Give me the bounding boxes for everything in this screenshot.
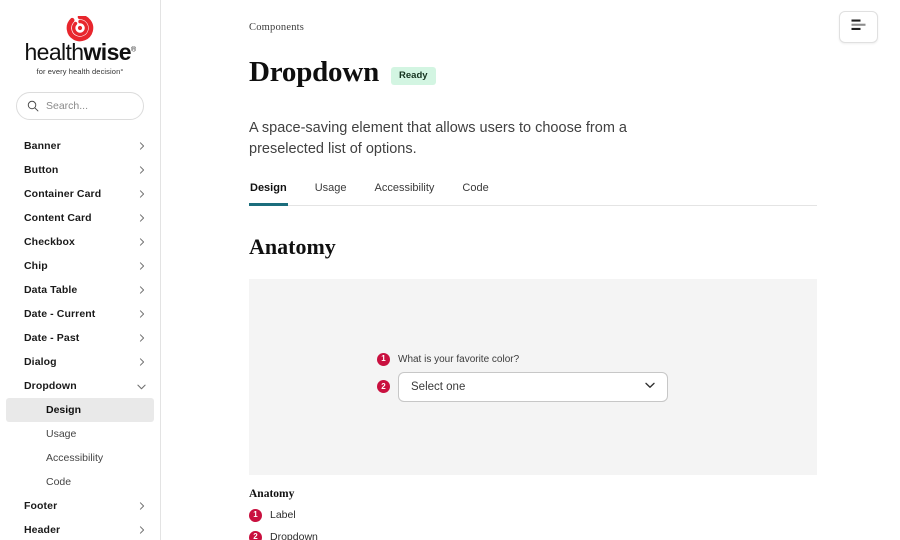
section-title-anatomy: Anatomy — [249, 234, 336, 260]
chevron-right-icon — [138, 526, 146, 534]
sidebar-item-label: Container Card — [24, 188, 102, 200]
sidebar-item-content-card[interactable]: Content Card — [0, 206, 160, 230]
chevron-right-icon — [138, 262, 146, 270]
tab-accessibility[interactable]: Accessibility — [373, 182, 435, 206]
sidebar-item-label: Content Card — [24, 212, 92, 224]
dropdown-field-label: What is your favorite color? — [398, 353, 520, 365]
chevron-right-icon — [138, 310, 146, 318]
anatomy-field-row: 2 Select one — [377, 371, 668, 402]
legend-item-dropdown: 2 Dropdown — [249, 530, 840, 540]
tab-label: Usage — [314, 182, 347, 195]
wordmark-light: health — [24, 39, 84, 65]
dropdown-selected-value: Select one — [411, 380, 466, 393]
title-row: Dropdown Ready — [249, 38, 840, 107]
sidebar-item-banner[interactable]: Banner — [0, 134, 160, 158]
sidebar-item-container-card[interactable]: Container Card — [0, 182, 160, 206]
sidebar-item-label: Button — [24, 164, 59, 176]
main-content: Components Dropdown Ready A space-saving… — [161, 0, 900, 540]
chevron-right-icon — [138, 190, 146, 198]
anatomy-marker-2: 2 — [377, 380, 390, 394]
sidebar-subitem-code[interactable]: Code — [6, 470, 154, 494]
brand-logo[interactable]: healthwise® for every health decision° — [0, 0, 160, 84]
sidebar-subitem-label: Design — [46, 404, 82, 416]
legend-marker-1: 1 — [249, 508, 262, 522]
breadcrumb[interactable]: Components — [249, 22, 840, 33]
sidebar-item-label: Data Table — [24, 284, 78, 296]
chevron-down-icon — [644, 378, 656, 396]
chevron-right-icon — [138, 214, 146, 222]
dropdown-select-field[interactable]: Select one — [398, 371, 668, 402]
sidebar-item-checkbox[interactable]: Checkbox — [0, 230, 160, 254]
tab-label: Accessibility — [374, 182, 435, 195]
anatomy-demo-panel: 1 What is your favorite color? 2 Select … — [249, 278, 817, 475]
registered-mark: ® — [130, 46, 136, 54]
chevron-right-icon — [138, 238, 146, 246]
wordmark-bold: wise — [83, 39, 132, 65]
sidebar-item-label: Checkbox — [24, 236, 75, 248]
search-icon — [27, 100, 39, 112]
sidebar-item-label: Dropdown — [24, 380, 77, 392]
main-inner: Components Dropdown Ready A space-saving… — [161, 22, 900, 540]
sidebar-subitem-label: Accessibility — [46, 452, 104, 464]
sidebar-item-chip[interactable]: Chip — [0, 254, 160, 278]
tab-usage[interactable]: Usage — [314, 182, 348, 206]
app-root: healthwise® for every health decision° B… — [0, 0, 900, 540]
status-badge: Ready — [391, 66, 436, 85]
chevron-down-icon — [137, 382, 146, 391]
brand-tagline: for every health decision° — [36, 67, 124, 76]
tab-label: Code — [462, 182, 489, 195]
anatomy-marker-1: 1 — [377, 352, 390, 366]
sidebar-item-dialog[interactable]: Dialog — [0, 350, 160, 374]
anatomy-legend: Anatomy 1 Label 2 Dropdown — [249, 488, 840, 540]
anatomy-legend-title: Anatomy — [249, 487, 295, 500]
sidebar-item-label: Chip — [24, 260, 48, 272]
sidebar-item-label: Banner — [24, 140, 61, 152]
sidebar-subitem-label: Usage — [46, 428, 77, 440]
tab-bar: Design Usage Accessibility Code — [249, 181, 817, 207]
sidebar: healthwise® for every health decision° B… — [0, 0, 161, 540]
sidebar-item-label: Footer — [24, 500, 58, 512]
search-input[interactable] — [46, 100, 133, 112]
tab-design[interactable]: Design — [249, 182, 288, 207]
chevron-right-icon — [138, 502, 146, 510]
search-container — [0, 84, 160, 120]
sidebar-item-label: Date - Past — [24, 332, 80, 344]
search-box[interactable] — [16, 92, 144, 120]
anatomy-label-row: 1 What is your favorite color? — [377, 352, 668, 366]
legend-item-text: Dropdown — [270, 531, 318, 540]
anatomy-demo-content: 1 What is your favorite color? 2 Select … — [377, 352, 668, 402]
sidebar-item-label: Header — [24, 524, 61, 536]
legend-item-text: Label — [270, 509, 296, 522]
page-description: A space-saving element that allows users… — [249, 120, 627, 157]
sidebar-item-date-current[interactable]: Date - Current — [0, 302, 160, 326]
sidebar-item-date-past[interactable]: Date - Past — [0, 326, 160, 350]
chevron-right-icon — [138, 286, 146, 294]
brand-wordmark: healthwise® — [0, 41, 160, 64]
tab-label: Design — [250, 182, 287, 195]
chevron-right-icon — [138, 334, 146, 342]
list-lines-icon — [851, 18, 867, 36]
sidebar-item-button[interactable]: Button — [0, 158, 160, 182]
sidebar-item-header[interactable]: Header — [0, 518, 160, 540]
sidebar-subitem-design[interactable]: Design — [6, 398, 154, 422]
sidebar-nav: Banner Button Container Card Content Car… — [0, 134, 160, 540]
tab-code[interactable]: Code — [461, 182, 489, 206]
chevron-right-icon — [138, 142, 146, 150]
sidebar-item-dropdown[interactable]: Dropdown — [0, 374, 160, 398]
chevron-right-icon — [138, 358, 146, 366]
sidebar-item-footer[interactable]: Footer — [0, 494, 160, 518]
sidebar-subitem-accessibility[interactable]: Accessibility — [6, 446, 154, 470]
toc-toggle-button[interactable] — [839, 11, 878, 43]
sidebar-item-label: Dialog — [24, 356, 57, 368]
legend-item-label: 1 Label — [249, 508, 840, 522]
legend-marker-2: 2 — [249, 530, 262, 540]
page-title: Dropdown — [249, 56, 380, 89]
chevron-right-icon — [138, 166, 146, 174]
sidebar-subitem-label: Code — [46, 476, 72, 488]
sidebar-item-data-table[interactable]: Data Table — [0, 278, 160, 302]
sidebar-subitem-usage[interactable]: Usage — [6, 422, 154, 446]
sidebar-item-label: Date - Current — [24, 308, 96, 320]
